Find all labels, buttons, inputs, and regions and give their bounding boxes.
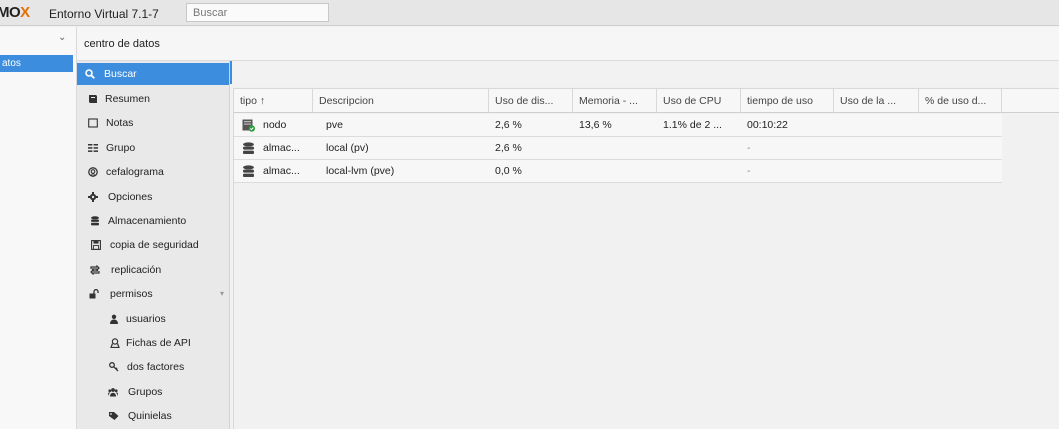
menu-label: copia de seguridad — [110, 239, 199, 251]
note-icon — [88, 118, 98, 128]
tree-item-datacenter[interactable]: atos — [0, 55, 73, 72]
table-row[interactable]: almac... local (pv) 2,6 % - — [234, 137, 1002, 160]
menu-label: Buscar — [104, 68, 137, 80]
unlock-icon — [89, 289, 99, 299]
cluster-icon — [88, 143, 98, 153]
database-icon — [91, 216, 99, 226]
gear-icon — [88, 192, 98, 202]
column-header-porcentaje-uso[interactable]: % de uso d... — [919, 89, 1002, 113]
user-icon — [110, 314, 118, 324]
menu-item-copia-de-seguridad[interactable]: copia de seguridad — [77, 234, 229, 256]
view-selector-chevron-icon[interactable]: ⌄ — [58, 32, 66, 43]
resource-grid: tipo ↑ Descripcion Uso de dis... Memoria… — [233, 88, 1059, 429]
menu-label: Resumen — [105, 93, 150, 105]
menu-label: cefalograma — [106, 166, 164, 178]
menu-label: dos factores — [127, 361, 185, 373]
breadcrumb: centro de datos — [84, 38, 160, 50]
two-factor-key-icon — [109, 362, 119, 372]
content-header: centro de datos — [77, 27, 1059, 61]
menu-label: usuarios — [126, 313, 166, 325]
menu-item-buscar[interactable]: Buscar — [77, 63, 229, 85]
node-icon — [242, 119, 255, 132]
menu-label: permisos — [110, 288, 153, 300]
column-header-uso-de-la[interactable]: Uso de la ... — [834, 89, 919, 113]
logo-text: MO — [0, 4, 21, 21]
book-icon — [89, 95, 97, 103]
search-icon — [85, 69, 95, 79]
cell-tipo: nodo — [234, 114, 313, 136]
storage-icon — [243, 142, 254, 154]
row-type-label: almac... — [263, 142, 300, 154]
menu-label: Almacenamiento — [108, 215, 187, 227]
resource-tree: ⌄ atos — [0, 27, 77, 429]
menu-item-dos-factores[interactable]: dos factores — [77, 356, 229, 378]
cell-tipo: almac... — [234, 137, 313, 159]
cell-tipo: almac... — [234, 160, 313, 182]
cell-uso-disco: 2,6 % — [495, 142, 522, 154]
global-search-input[interactable] — [186, 3, 329, 22]
cell-tiempo-de-uso: 00:10:22 — [747, 119, 788, 131]
cell-memoria — [573, 160, 657, 182]
menu-label: Opciones — [108, 191, 153, 203]
column-header-descripcion[interactable]: Descripcion — [313, 89, 489, 113]
selection-accent — [230, 61, 232, 84]
floppy-icon — [91, 240, 101, 250]
users-icon — [108, 388, 118, 397]
column-header-tiempo-de-uso[interactable]: tiempo de uso — [741, 89, 834, 113]
menu-label: Fichas de API — [126, 337, 191, 349]
cell-uso-disco: 2,6 % — [495, 119, 522, 131]
menu-item-permisos[interactable]: permisos ▾ — [77, 283, 229, 305]
retweet-icon — [90, 265, 100, 275]
menu-label: Grupos — [128, 386, 163, 398]
row-type-label: nodo — [263, 119, 287, 131]
menu-item-notas[interactable]: Notas — [77, 112, 229, 134]
menu-item-grupos[interactable]: Grupos — [77, 381, 229, 403]
row-type-label: almac... — [263, 165, 300, 177]
table-row[interactable]: nodo pve 2,6 % 13,6 % 1.1% de 2 ... 00:1… — [234, 114, 1002, 137]
ceph-icon — [88, 167, 98, 177]
collapse-arrow-icon[interactable]: ▾ — [220, 283, 224, 305]
menu-item-grupo[interactable]: Grupo — [77, 137, 229, 159]
cell-descripcion: local-lvm (pve) — [326, 165, 395, 177]
proxmox-logo: MOX — [0, 4, 30, 21]
grid-header: tipo ↑ Descripcion Uso de dis... Memoria… — [234, 88, 1059, 113]
menu-item-opciones[interactable]: Opciones — [77, 186, 229, 208]
storage-icon — [243, 165, 254, 177]
menu-item-fichas-de-api[interactable]: Fichas de API — [77, 332, 229, 354]
menu-label: Quinielas — [128, 410, 172, 422]
cell-tiempo-de-uso: - — [747, 165, 751, 177]
cell-tiempo-de-uso: - — [747, 142, 751, 154]
top-bar: MOX Entorno Virtual 7.1-7 — [0, 0, 1059, 26]
menu-item-usuarios[interactable]: usuarios — [77, 308, 229, 330]
cell-uso-cpu — [657, 160, 741, 182]
column-header-uso-cpu[interactable]: Uso de CPU — [657, 89, 741, 113]
menu-label: Notas — [106, 117, 134, 129]
cell-descripcion: pve — [326, 119, 343, 131]
cell-uso-cpu — [657, 137, 741, 159]
menu-item-cefalograma[interactable]: cefalograma — [77, 161, 229, 183]
table-row[interactable]: almac... local-lvm (pve) 0,0 % - — [234, 160, 1002, 183]
menu-item-almacenamiento[interactable]: Almacenamiento — [77, 210, 229, 232]
cell-descripcion: local (pv) — [326, 142, 369, 154]
key-icon — [110, 338, 120, 348]
tags-icon — [109, 412, 119, 420]
cell-memoria — [573, 137, 657, 159]
menu-item-replicacion[interactable]: replicación — [77, 259, 229, 281]
column-header-uso-disco[interactable]: Uso de dis... — [489, 89, 573, 113]
menu-item-quinielas[interactable]: Quinielas — [77, 405, 229, 427]
menu-label: Grupo — [106, 142, 136, 154]
menu-label: replicación — [111, 264, 162, 276]
menu-item-resumen[interactable]: Resumen — [77, 88, 229, 110]
cell-memoria: 13,6 % — [579, 119, 612, 131]
datacenter-menu: Buscar Resumen Notas Grupo cefalograma O… — [77, 61, 230, 429]
cell-uso-cpu: 1.1% de 2 ... — [663, 119, 722, 131]
column-header-memoria[interactable]: Memoria - ... — [573, 89, 657, 113]
search-toolbar — [230, 61, 1059, 84]
cell-uso-disco: 0,0 % — [495, 165, 522, 177]
app-title: Entorno Virtual 7.1-7 — [49, 7, 159, 21]
logo-x: X — [20, 4, 30, 21]
column-header-tipo[interactable]: tipo ↑ — [234, 89, 313, 113]
